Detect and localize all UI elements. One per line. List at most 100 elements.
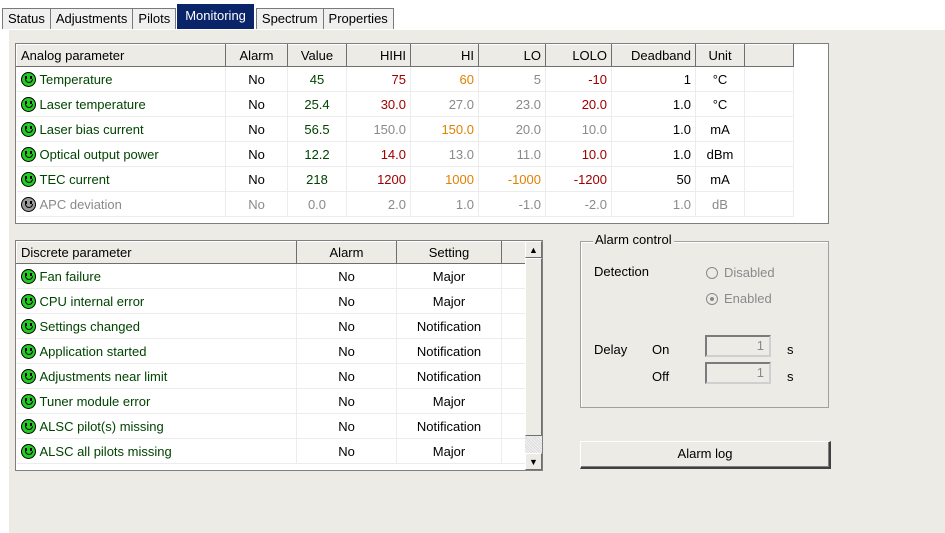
discrete-cell-setting[interactable]: Notification (396, 413, 502, 439)
tab-monitoring[interactable]: Monitoring (177, 4, 254, 29)
analog-deadband-text: 50 (676, 171, 691, 187)
analog-name-text: APC deviation (39, 196, 122, 212)
table-row[interactable]: Temperature No 45 75 60 5 -10 1 °C (16, 66, 794, 92)
alarm-log-button[interactable]: Alarm log (580, 441, 831, 469)
analog-header-analog-parameter[interactable]: Analog parameter (16, 44, 226, 67)
list-item[interactable]: ALSC pilot(s) missing No Notification (16, 413, 526, 439)
tab-pilots[interactable]: Pilots (132, 8, 177, 29)
list-item[interactable]: CPU internal error No Major (16, 288, 526, 314)
analog-hi-text: 60 (459, 71, 474, 87)
analog-cell-hihi: 1200 (346, 166, 411, 192)
list-item[interactable]: Tuner module error No Major (16, 388, 526, 414)
list-item[interactable]: Fan failure No Major (16, 263, 526, 289)
discrete-cell-setting[interactable]: Notification (396, 363, 502, 389)
table-row[interactable]: Optical output power No 12.2 14.0 13.0 11.0 10… (16, 141, 794, 167)
detection-disabled-radio[interactable]: Disabled (706, 265, 775, 280)
analog-deadband-text: 1.0 (672, 196, 691, 212)
table-row[interactable]: Laser bias current No 56.5 150.0 150.0 20.0 10… (16, 116, 794, 142)
analog-cell-unit: dBm (695, 141, 745, 167)
analog-lo-text: 11.0 (516, 146, 541, 162)
analog-cell-alarm: No (225, 141, 288, 167)
list-item[interactable]: ALSC all pilots missing No Major (16, 438, 526, 464)
analog-alarm-text: No (248, 146, 265, 162)
tab-adjustments[interactable]: Adjustments (49, 8, 134, 29)
analog-unit-text: mA (710, 171, 730, 187)
discrete-cell-setting[interactable]: Notification (396, 338, 502, 364)
analog-cell-lo: 5 (478, 66, 546, 92)
discrete-cell-setting[interactable]: Major (396, 288, 502, 314)
discrete-parameter-grid[interactable]: Discrete parameter Alarm Setting Fan failu… (15, 240, 543, 471)
analog-cell-hi: 1.0 (410, 191, 479, 217)
status-ok-icon (20, 71, 36, 87)
analog-cell-unit: °C (695, 91, 745, 117)
status-ok-icon (20, 393, 36, 409)
discrete-cell-setting[interactable]: Major (396, 438, 502, 464)
analog-cell-hi: 60 (410, 66, 479, 92)
analog-unit-text: mA (710, 121, 730, 137)
analog-header-unit[interactable]: Unit (695, 44, 745, 67)
discrete-cell-setting[interactable]: Major (396, 263, 502, 289)
discrete-scrollbar[interactable]: ▲ ▼ (525, 241, 542, 470)
discrete-cell-alarm: No (296, 288, 397, 314)
analog-header-hi[interactable]: HI (410, 44, 479, 67)
tab-spectrum[interactable]: Spectrum (255, 8, 324, 29)
analog-lolo-text: 20.0 (581, 96, 607, 112)
analog-value-text: 45 (309, 71, 325, 87)
table-row[interactable]: Laser temperature No 25.4 30.0 27.0 23.0 20.0 1… (16, 91, 794, 117)
analog-alarm-text: No (248, 171, 265, 187)
discrete-header-alarm[interactable]: Alarm (296, 241, 397, 264)
discrete-header-discrete-parameter[interactable]: Discrete parameter (16, 241, 297, 264)
scroll-down-icon[interactable]: ▼ (525, 453, 542, 470)
discrete-cell-filler (501, 338, 526, 364)
analog-cell-alarm: No (225, 66, 288, 92)
discrete-name-text: ALSC all pilots missing (39, 443, 172, 459)
tab-properties[interactable]: Properties (322, 8, 394, 29)
discrete-cell-name: ALSC pilot(s) missing (16, 413, 297, 439)
analog-cell-value: 45 (287, 66, 347, 92)
discrete-header-setting[interactable]: Setting (396, 241, 502, 264)
analog-lo-text: 5 (533, 71, 541, 87)
analog-value-text: 218 (306, 171, 328, 187)
status-ok-icon (20, 96, 36, 112)
analog-cell-lo: 23.0 (478, 91, 546, 117)
analog-header-hihi[interactable]: HIHI (346, 44, 411, 67)
detection-disabled-label: Disabled (724, 265, 775, 280)
analog-alarm-text: No (248, 71, 265, 87)
analog-header-alarm[interactable]: Alarm (225, 44, 288, 67)
scroll-thumb[interactable] (525, 258, 542, 436)
discrete-cell-filler (501, 388, 526, 414)
analog-header-deadband[interactable]: Deadband (611, 44, 696, 67)
discrete-cell-setting[interactable]: Notification (396, 313, 502, 339)
analog-header-lolo[interactable]: LOLO (545, 44, 612, 67)
tab-status[interactable]: Status (2, 8, 51, 29)
list-item[interactable]: Settings changed No Notification (16, 313, 526, 339)
discrete-cell-setting[interactable]: Major (396, 388, 502, 414)
table-row[interactable]: APC deviation No 0.0 2.0 1.0 -1.0 -2.0 1.0 dB (16, 191, 794, 217)
list-item[interactable]: Adjustments near limit No Notification (16, 363, 526, 389)
discrete-cell-name: Application started (16, 338, 297, 364)
detection-enabled-radio[interactable]: Enabled (706, 291, 772, 306)
analog-unit-text: dBm (706, 146, 734, 162)
discrete-name-text: Settings changed (39, 318, 140, 334)
analog-cell-lo: -1000 (478, 166, 546, 192)
scroll-up-icon[interactable]: ▲ (525, 241, 542, 258)
tab-strip: Status Adjustments Pilots Monitoring Spectru… (2, 3, 394, 29)
discrete-cell-name: Fan failure (16, 263, 297, 289)
delay-on-input[interactable]: 1 (705, 335, 771, 357)
analog-parameter-grid[interactable]: Analog parameter Alarm Value HIHI HI LO LOLO De… (15, 43, 829, 224)
discrete-cell-name: ALSC all pilots missing (16, 438, 297, 464)
discrete-name-text: Fan failure (39, 268, 101, 284)
analog-cell-unit: mA (695, 166, 745, 192)
delay-off-input[interactable]: 1 (705, 362, 771, 384)
analog-header-filler (744, 44, 794, 67)
discrete-cell-alarm: No (296, 413, 397, 439)
analog-header-lo[interactable]: LO (478, 44, 546, 67)
analog-cell-deadband: 1.0 (611, 191, 696, 217)
analog-header-value[interactable]: Value (287, 44, 347, 67)
analog-unit-text: dB (712, 196, 728, 212)
discrete-cell-name: Tuner module error (16, 388, 297, 414)
analog-hi-text: 1000 (445, 171, 474, 187)
list-item[interactable]: Application started No Notification (16, 338, 526, 364)
discrete-cell-filler (501, 263, 526, 289)
table-row[interactable]: TEC current No 218 1200 1000 -1000 -1200 50 mA (16, 166, 794, 192)
